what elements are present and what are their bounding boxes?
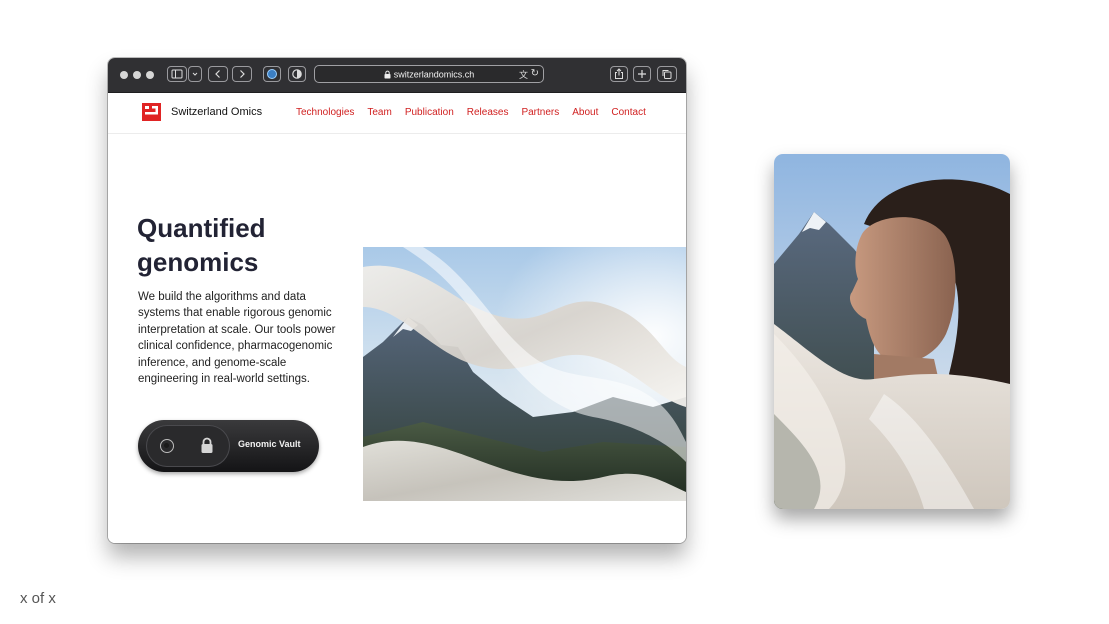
extension-icon[interactable] (263, 66, 281, 82)
sidebar-icon[interactable] (167, 66, 187, 82)
minimize-dot[interactable] (133, 71, 141, 79)
portrait-card-image (774, 154, 1010, 509)
zoom-dot[interactable] (146, 71, 154, 79)
hero-title: Quantified genomics (137, 211, 337, 279)
chevron-down-icon[interactable] (188, 66, 202, 82)
website: Switzerland Omics Technologies Team Publ… (108, 93, 686, 543)
back-icon[interactable] (208, 66, 228, 82)
site-header: Switzerland Omics Technologies Team Publ… (108, 93, 686, 134)
main-nav: Technologies Team Publication Releases P… (296, 107, 659, 118)
close-dot[interactable] (120, 71, 128, 79)
nav-publication[interactable]: Publication (405, 107, 454, 118)
hero-description: We build the algorithms and data systems… (138, 291, 336, 386)
record-icon (160, 439, 174, 453)
shield-icon[interactable] (288, 66, 306, 82)
vault-label: Genomic Vault (238, 439, 301, 449)
nav-contact[interactable]: Contact (611, 107, 645, 118)
brand-name[interactable]: Switzerland Omics (171, 106, 262, 118)
browser-window: switzerlandomics.ch 文 ↻ Switzerland Omic… (108, 58, 686, 543)
vault-toggle[interactable] (146, 425, 230, 467)
hero-title-line-2: genomics (137, 247, 259, 277)
genomic-vault-button[interactable]: Genomic Vault (138, 420, 319, 472)
browser-toolbar: switzerlandomics.ch 文 ↻ (108, 58, 686, 93)
share-icon[interactable] (610, 66, 628, 82)
pager-indicator: x of x (20, 590, 56, 607)
translate-icon[interactable]: 文 (519, 67, 528, 83)
nav-about[interactable]: About (572, 107, 598, 118)
nav-technologies[interactable]: Technologies (296, 107, 354, 118)
hero-title-line-1: Quantified (137, 213, 266, 243)
nav-team[interactable]: Team (367, 107, 391, 118)
forward-icon[interactable] (232, 66, 252, 82)
new-tab-icon[interactable] (633, 66, 651, 82)
logo-icon[interactable] (142, 103, 161, 121)
nav-releases[interactable]: Releases (467, 107, 509, 118)
nav-partners[interactable]: Partners (521, 107, 559, 118)
lock-icon (384, 70, 391, 79)
url-text: switzerlandomics.ch (393, 69, 475, 80)
tabs-icon[interactable] (657, 66, 677, 82)
padlock-icon (201, 437, 213, 453)
address-bar[interactable]: switzerlandomics.ch 文 ↻ (314, 65, 544, 83)
hero-image (363, 247, 686, 501)
reload-icon[interactable]: ↻ (531, 66, 539, 82)
